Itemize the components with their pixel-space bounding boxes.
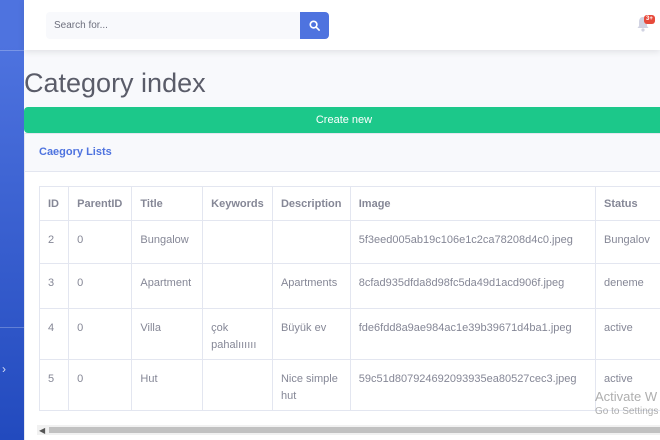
scroll-thumb[interactable]: [49, 427, 660, 433]
cell-image: fde6fdd8a9ae984ac1e39b39671d4ba1.jpeg: [349, 308, 596, 360]
watermark-line2: Go to Settings: [595, 406, 659, 417]
column-header-title: Title: [131, 186, 204, 221]
horizontal-scrollbar[interactable]: ◀: [37, 425, 660, 435]
sidebar-divider: [0, 50, 24, 51]
cell-id: 3: [38, 263, 70, 309]
chevron-right-icon[interactable]: ›: [2, 362, 12, 376]
cell-keywords: çok pahalıııııı: [202, 308, 273, 360]
table-row: 4 0 Villa çok pahalıııııı Büyük ev fde6f…: [38, 308, 660, 360]
scroll-left-arrow-icon[interactable]: ◀: [39, 426, 45, 435]
cell-id: 5: [38, 359, 70, 411]
cell-parentid: 0: [68, 308, 133, 360]
column-header-parentid: ParentID: [68, 186, 133, 221]
cell-image: 8cfad935dfda8d98fc5da49d1acd906f.jpeg: [349, 263, 596, 309]
cell-description: [271, 220, 351, 264]
cell-description: Apartments: [271, 263, 351, 309]
category-table: ID ParentID Title Keywords Description I…: [38, 186, 660, 411]
sidebar-divider: [0, 327, 24, 328]
topbar: 3+: [24, 0, 660, 50]
column-header-status: Status: [594, 186, 660, 221]
cell-image: 5f3eed005ab19c106e1c2ca78208d4c0.jpeg: [349, 220, 596, 264]
table-header-row: ID ParentID Title Keywords Description I…: [38, 186, 660, 221]
cell-title: Villa: [131, 308, 204, 360]
search-button[interactable]: [300, 12, 329, 39]
cell-status: deneme: [594, 263, 660, 309]
cell-image: 59c51d807924692093935ea80527cec3.jpeg: [349, 359, 596, 411]
cell-title: Bungalow: [131, 220, 204, 264]
cell-id: 4: [38, 308, 70, 360]
category-list-card: Caegory Lists ID ParentID Title Keywords…: [24, 133, 660, 440]
cell-description: Nice simple hut: [271, 359, 351, 411]
cell-id: 2: [38, 220, 70, 264]
table-row: 5 0 Hut Nice simple hut 59c51d8079246920…: [38, 359, 660, 411]
cell-parentid: 0: [68, 359, 133, 411]
cell-parentid: 0: [68, 220, 133, 264]
column-header-id: ID: [38, 186, 70, 221]
card-title: Caegory Lists: [39, 146, 112, 158]
cell-parentid: 0: [68, 263, 133, 309]
cell-status: Bungalov: [594, 220, 660, 264]
table-row: 3 0 Apartment Apartments 8cfad935dfda8d9…: [38, 263, 660, 309]
cell-keywords: [202, 263, 273, 309]
watermark-line1: Activate W: [595, 389, 658, 404]
cell-title: Apartment: [131, 263, 204, 309]
notification-badge: 3+: [644, 15, 655, 24]
cell-title: Hut: [131, 359, 204, 411]
cell-description: Büyük ev: [271, 308, 351, 360]
cell-keywords: [202, 359, 273, 411]
cell-keywords: [202, 220, 273, 264]
card-header: [25, 134, 660, 172]
activation-watermark: Activate W Go to Settings: [595, 389, 658, 417]
column-header-description: Description: [271, 186, 351, 221]
search-input[interactable]: [46, 12, 300, 39]
sidebar: ›: [0, 0, 24, 440]
search-icon: [309, 20, 320, 31]
column-header-image: Image: [349, 186, 596, 221]
column-header-keywords: Keywords: [202, 186, 273, 221]
table-row: 2 0 Bungalow 5f3eed005ab19c106e1c2ca7820…: [38, 220, 660, 264]
create-new-button[interactable]: Create new: [24, 107, 660, 133]
cell-status: active: [594, 308, 660, 360]
page-title: Category index: [24, 68, 206, 98]
